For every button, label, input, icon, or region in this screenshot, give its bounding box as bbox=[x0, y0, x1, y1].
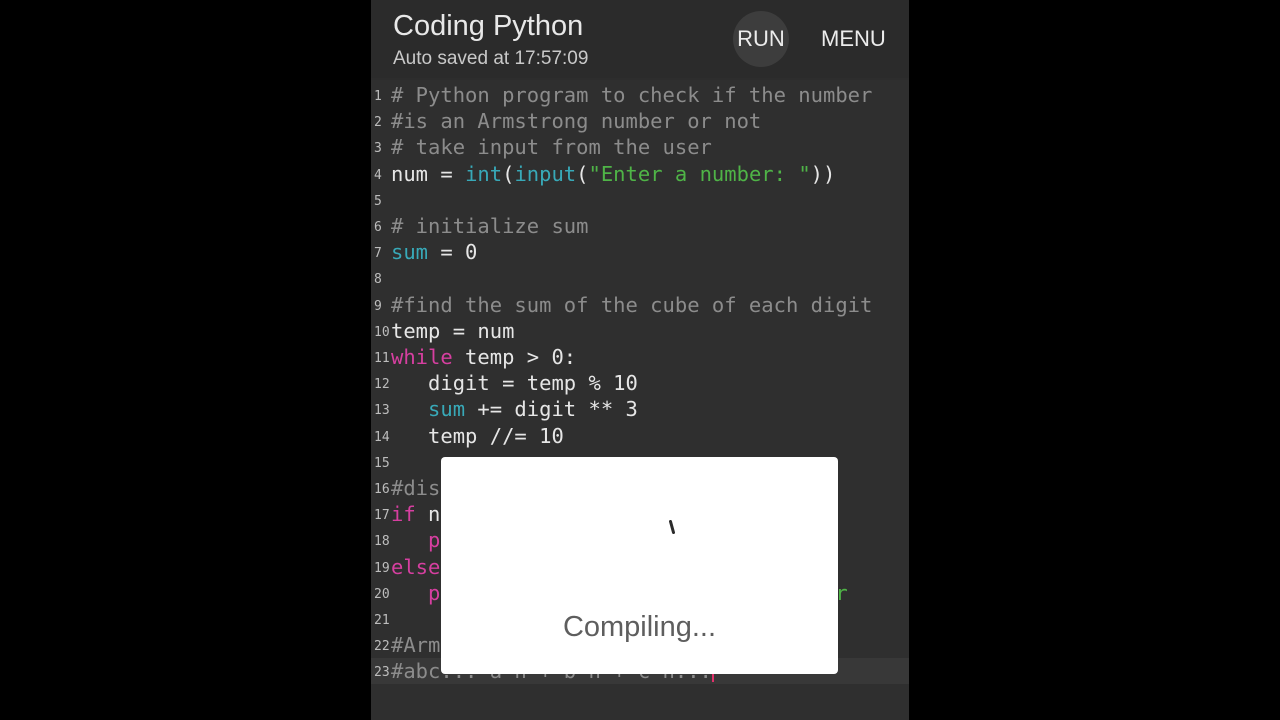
code-text: #dis bbox=[391, 475, 440, 501]
code-token: = 0 bbox=[428, 240, 478, 265]
code-token: #Arm bbox=[391, 633, 441, 658]
line-number: 13 bbox=[374, 403, 390, 419]
code-line[interactable]: 6 # initialize sum bbox=[371, 213, 909, 239]
line-number: 11 bbox=[374, 351, 390, 366]
code-token: num = bbox=[391, 161, 466, 186]
code-text: #Arm bbox=[391, 632, 440, 658]
code-token: #is an Armstrong number or not bbox=[391, 109, 762, 134]
line-number: 21 bbox=[374, 613, 390, 628]
code-token: )) bbox=[810, 161, 836, 186]
line-number: 16 bbox=[374, 482, 390, 497]
line-number: 20 bbox=[374, 586, 390, 602]
code-line[interactable]: 13 sum += digit ** 3 bbox=[371, 396, 909, 422]
code-line[interactable]: 9 #find the sum of the cube of each digit bbox=[371, 292, 909, 318]
code-token: p bbox=[428, 580, 441, 605]
code-token: if bbox=[391, 502, 416, 527]
code-text: # Python program to check if the number bbox=[391, 82, 872, 108]
code-token: while bbox=[391, 345, 453, 369]
line-number: 8 bbox=[374, 272, 382, 288]
code-token: sum bbox=[428, 397, 466, 422]
line-number: 5 bbox=[374, 193, 382, 209]
code-token: else bbox=[391, 554, 441, 579]
loading-spinner-icon bbox=[669, 520, 675, 534]
code-token: p bbox=[428, 528, 441, 553]
code-text: temp = num bbox=[391, 318, 514, 344]
code-token: input bbox=[514, 161, 577, 186]
line-number: 18 bbox=[374, 534, 390, 550]
code-token: digit = temp % 10 bbox=[391, 371, 638, 396]
line-number: 2 bbox=[374, 115, 382, 131]
code-token: "Enter a number: " bbox=[588, 161, 811, 186]
code-line[interactable]: 8 bbox=[371, 265, 909, 291]
code-line[interactable]: 2 #is an Armstrong number or not bbox=[371, 108, 909, 134]
code-token: temp //= 10 bbox=[391, 423, 564, 448]
compiling-message: Compiling... bbox=[562, 611, 717, 643]
line-number: 10 bbox=[374, 324, 390, 340]
code-text: sum = 0 bbox=[391, 239, 477, 265]
app-title: Coding Python bbox=[393, 10, 584, 42]
line-number: 3 bbox=[374, 141, 382, 157]
line-number: 7 bbox=[374, 246, 382, 262]
code-text: else bbox=[391, 554, 440, 580]
code-text: # take input from the user bbox=[391, 134, 712, 160]
line-number: 1 bbox=[374, 89, 382, 104]
code-token: # Python program to check if the number bbox=[391, 83, 873, 107]
line-number: 23 bbox=[374, 665, 390, 681]
line-number: 6 bbox=[374, 220, 382, 235]
code-text: # initialize sum bbox=[391, 213, 588, 239]
code-token: sum bbox=[391, 240, 429, 265]
code-text: sum += digit ** 3 bbox=[391, 396, 638, 422]
code-token: # take input from the user bbox=[391, 135, 712, 160]
code-text: digit = temp % 10 bbox=[391, 370, 638, 396]
line-number: 22 bbox=[374, 639, 390, 655]
line-number: 12 bbox=[374, 377, 390, 393]
line-number: 19 bbox=[374, 560, 390, 576]
code-text: #is an Armstrong number or not bbox=[391, 108, 761, 134]
line-number: 15 bbox=[374, 455, 390, 471]
code-line[interactable]: 4 num = int(input("Enter a number: ")) bbox=[371, 161, 909, 187]
code-token: ( bbox=[502, 161, 515, 186]
auto-save-status: Auto saved at 17:57:09 bbox=[393, 48, 589, 69]
code-token: temp > 0: bbox=[452, 345, 577, 369]
code-text: temp //= 10 bbox=[391, 423, 564, 449]
line-number: 9 bbox=[374, 298, 382, 314]
code-text: if n bbox=[391, 501, 440, 527]
code-token: temp = num bbox=[391, 318, 515, 343]
code-line[interactable]: 10 temp = num bbox=[371, 318, 909, 344]
app-header: Coding Python Auto saved at 17:57:09 RUN… bbox=[371, 0, 909, 78]
code-token: += digit ** 3 bbox=[465, 397, 638, 422]
compiling-dialog: Compiling... bbox=[441, 457, 838, 674]
code-line[interactable]: 1 # Python program to check if the number bbox=[371, 82, 909, 108]
line-number: 4 bbox=[374, 167, 382, 183]
code-token: #find the sum of the cube of each digit bbox=[391, 292, 873, 317]
code-text: #find the sum of the cube of each digit bbox=[391, 292, 872, 318]
code-token: n bbox=[415, 502, 441, 527]
menu-button[interactable]: MENU bbox=[821, 26, 886, 52]
code-line[interactable]: 7 sum = 0 bbox=[371, 239, 909, 265]
line-number: 17 bbox=[374, 508, 390, 524]
line-number: 14 bbox=[374, 429, 390, 445]
run-button[interactable]: RUN bbox=[733, 11, 789, 67]
code-line[interactable]: 14 temp //= 10 bbox=[371, 423, 909, 449]
code-token: #dis bbox=[391, 476, 441, 500]
code-text: while temp > 0: bbox=[391, 344, 576, 370]
code-line[interactable]: 5 bbox=[371, 187, 909, 213]
code-token: ( bbox=[576, 161, 589, 186]
code-token: int bbox=[465, 161, 503, 186]
code-line[interactable]: 11 while temp > 0: bbox=[371, 344, 909, 370]
code-text: num = int(input("Enter a number: ")) bbox=[391, 161, 835, 187]
code-token: # initialize sum bbox=[391, 214, 589, 238]
code-line[interactable]: 12 digit = temp % 10 bbox=[371, 370, 909, 396]
code-line[interactable]: 3 # take input from the user bbox=[371, 134, 909, 160]
